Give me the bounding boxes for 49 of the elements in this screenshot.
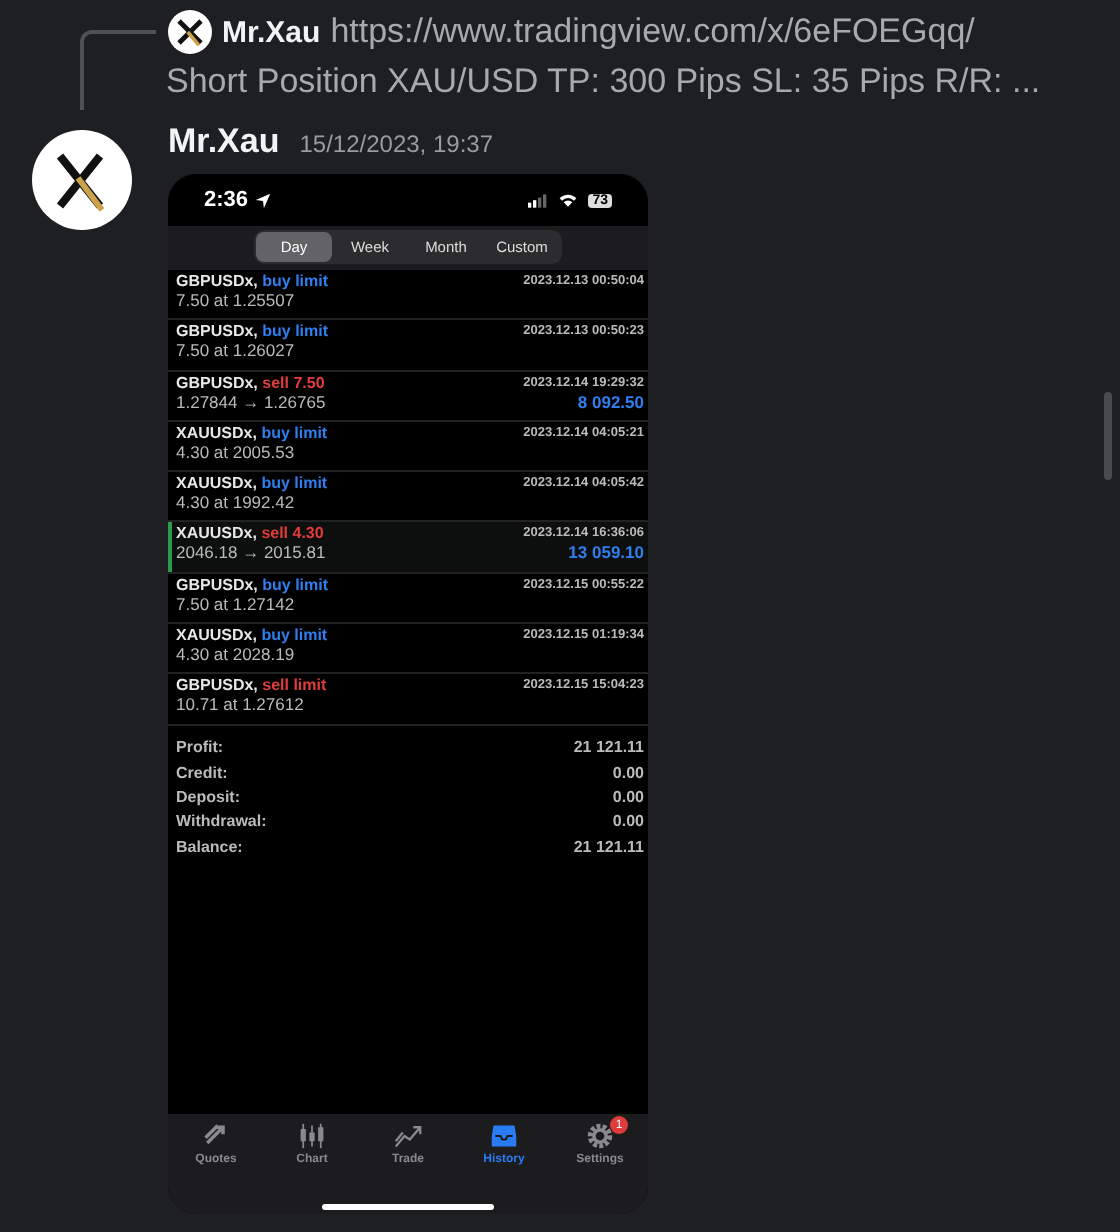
order-price: 4.30 at 2005.53 bbox=[176, 441, 295, 462]
timestamp: 15/12/2023, 19:37 bbox=[299, 130, 494, 158]
trend-icon bbox=[394, 1122, 422, 1150]
candlestick-icon bbox=[298, 1122, 326, 1150]
author-name[interactable]: Mr.Xau bbox=[168, 122, 280, 162]
order-profit: 8 092.50 bbox=[577, 391, 644, 412]
order-price: 7.50 at 1.25507 bbox=[176, 290, 295, 310]
summary-label: Deposit: bbox=[176, 787, 240, 806]
gear-icon bbox=[586, 1122, 614, 1150]
order-title: XAUUSDx, sell 4.30 bbox=[176, 524, 324, 543]
order-price: 4.30 at 2028.19 bbox=[176, 644, 295, 665]
phone-screenshot[interactable] bbox=[168, 174, 648, 1214]
order-title: GBPUSDx, sell limit bbox=[176, 676, 327, 695]
avatar[interactable] bbox=[168, 10, 212, 54]
order-title: XAUUSDx, buy limit bbox=[176, 423, 328, 442]
reply-connector bbox=[80, 30, 156, 110]
avatar[interactable] bbox=[32, 130, 132, 230]
status-time: 2:36 bbox=[204, 188, 249, 212]
order-profit: 13 059.10 bbox=[568, 542, 644, 563]
order-title: GBPUSDx, buy limit bbox=[176, 322, 329, 341]
reply-link[interactable]: https://www.tradingview.com/x/6eFOEGqq/ bbox=[330, 12, 975, 52]
order-price: 7.50 at 1.26027 bbox=[176, 340, 295, 361]
summary-value: 21 121.11 bbox=[573, 738, 644, 757]
order-price: 1.27844 → 1.26765 bbox=[176, 391, 326, 412]
order-title: GBPUSDx, sell 7.50 bbox=[176, 373, 325, 392]
summary-value: 0.00 bbox=[612, 812, 644, 831]
order-price: 4.30 at 1992.42 bbox=[176, 492, 295, 513]
order-price: 10.71 at 1.27612 bbox=[176, 694, 304, 715]
wifi-icon bbox=[558, 192, 579, 208]
reply-preview[interactable]: Short Position XAU/USD TP: 300 Pips SL: 35 Pips R/R: ... bbox=[0, 62, 1120, 102]
signal-icon bbox=[528, 193, 549, 207]
summary-label: Balance: bbox=[176, 837, 243, 855]
order-title: GBPUSDx, buy limit bbox=[176, 272, 329, 290]
order-title: GBPUSDx, buy limit bbox=[176, 575, 329, 594]
order-title: XAUUSDx, buy limit bbox=[176, 626, 328, 645]
reply-author[interactable]: Mr.Xau bbox=[222, 15, 321, 49]
scrollbar-thumb[interactable] bbox=[1104, 392, 1112, 480]
summary-label: Credit: bbox=[176, 763, 228, 782]
order-price: 7.50 at 1.27142 bbox=[176, 593, 295, 614]
summary-value: 0.00 bbox=[612, 763, 644, 782]
arrows-icon bbox=[202, 1122, 230, 1150]
summary-value: 0.00 bbox=[612, 787, 644, 806]
summary-label: Withdrawal: bbox=[176, 812, 267, 831]
order-price: 2046.18 → 2015.81 bbox=[176, 542, 326, 563]
location-icon bbox=[254, 191, 273, 209]
inbox-icon bbox=[490, 1122, 518, 1150]
order-title: XAUUSDx, buy limit bbox=[176, 474, 328, 493]
summary-value: 21 121.11 bbox=[573, 837, 644, 855]
summary-label: Profit: bbox=[176, 738, 224, 757]
